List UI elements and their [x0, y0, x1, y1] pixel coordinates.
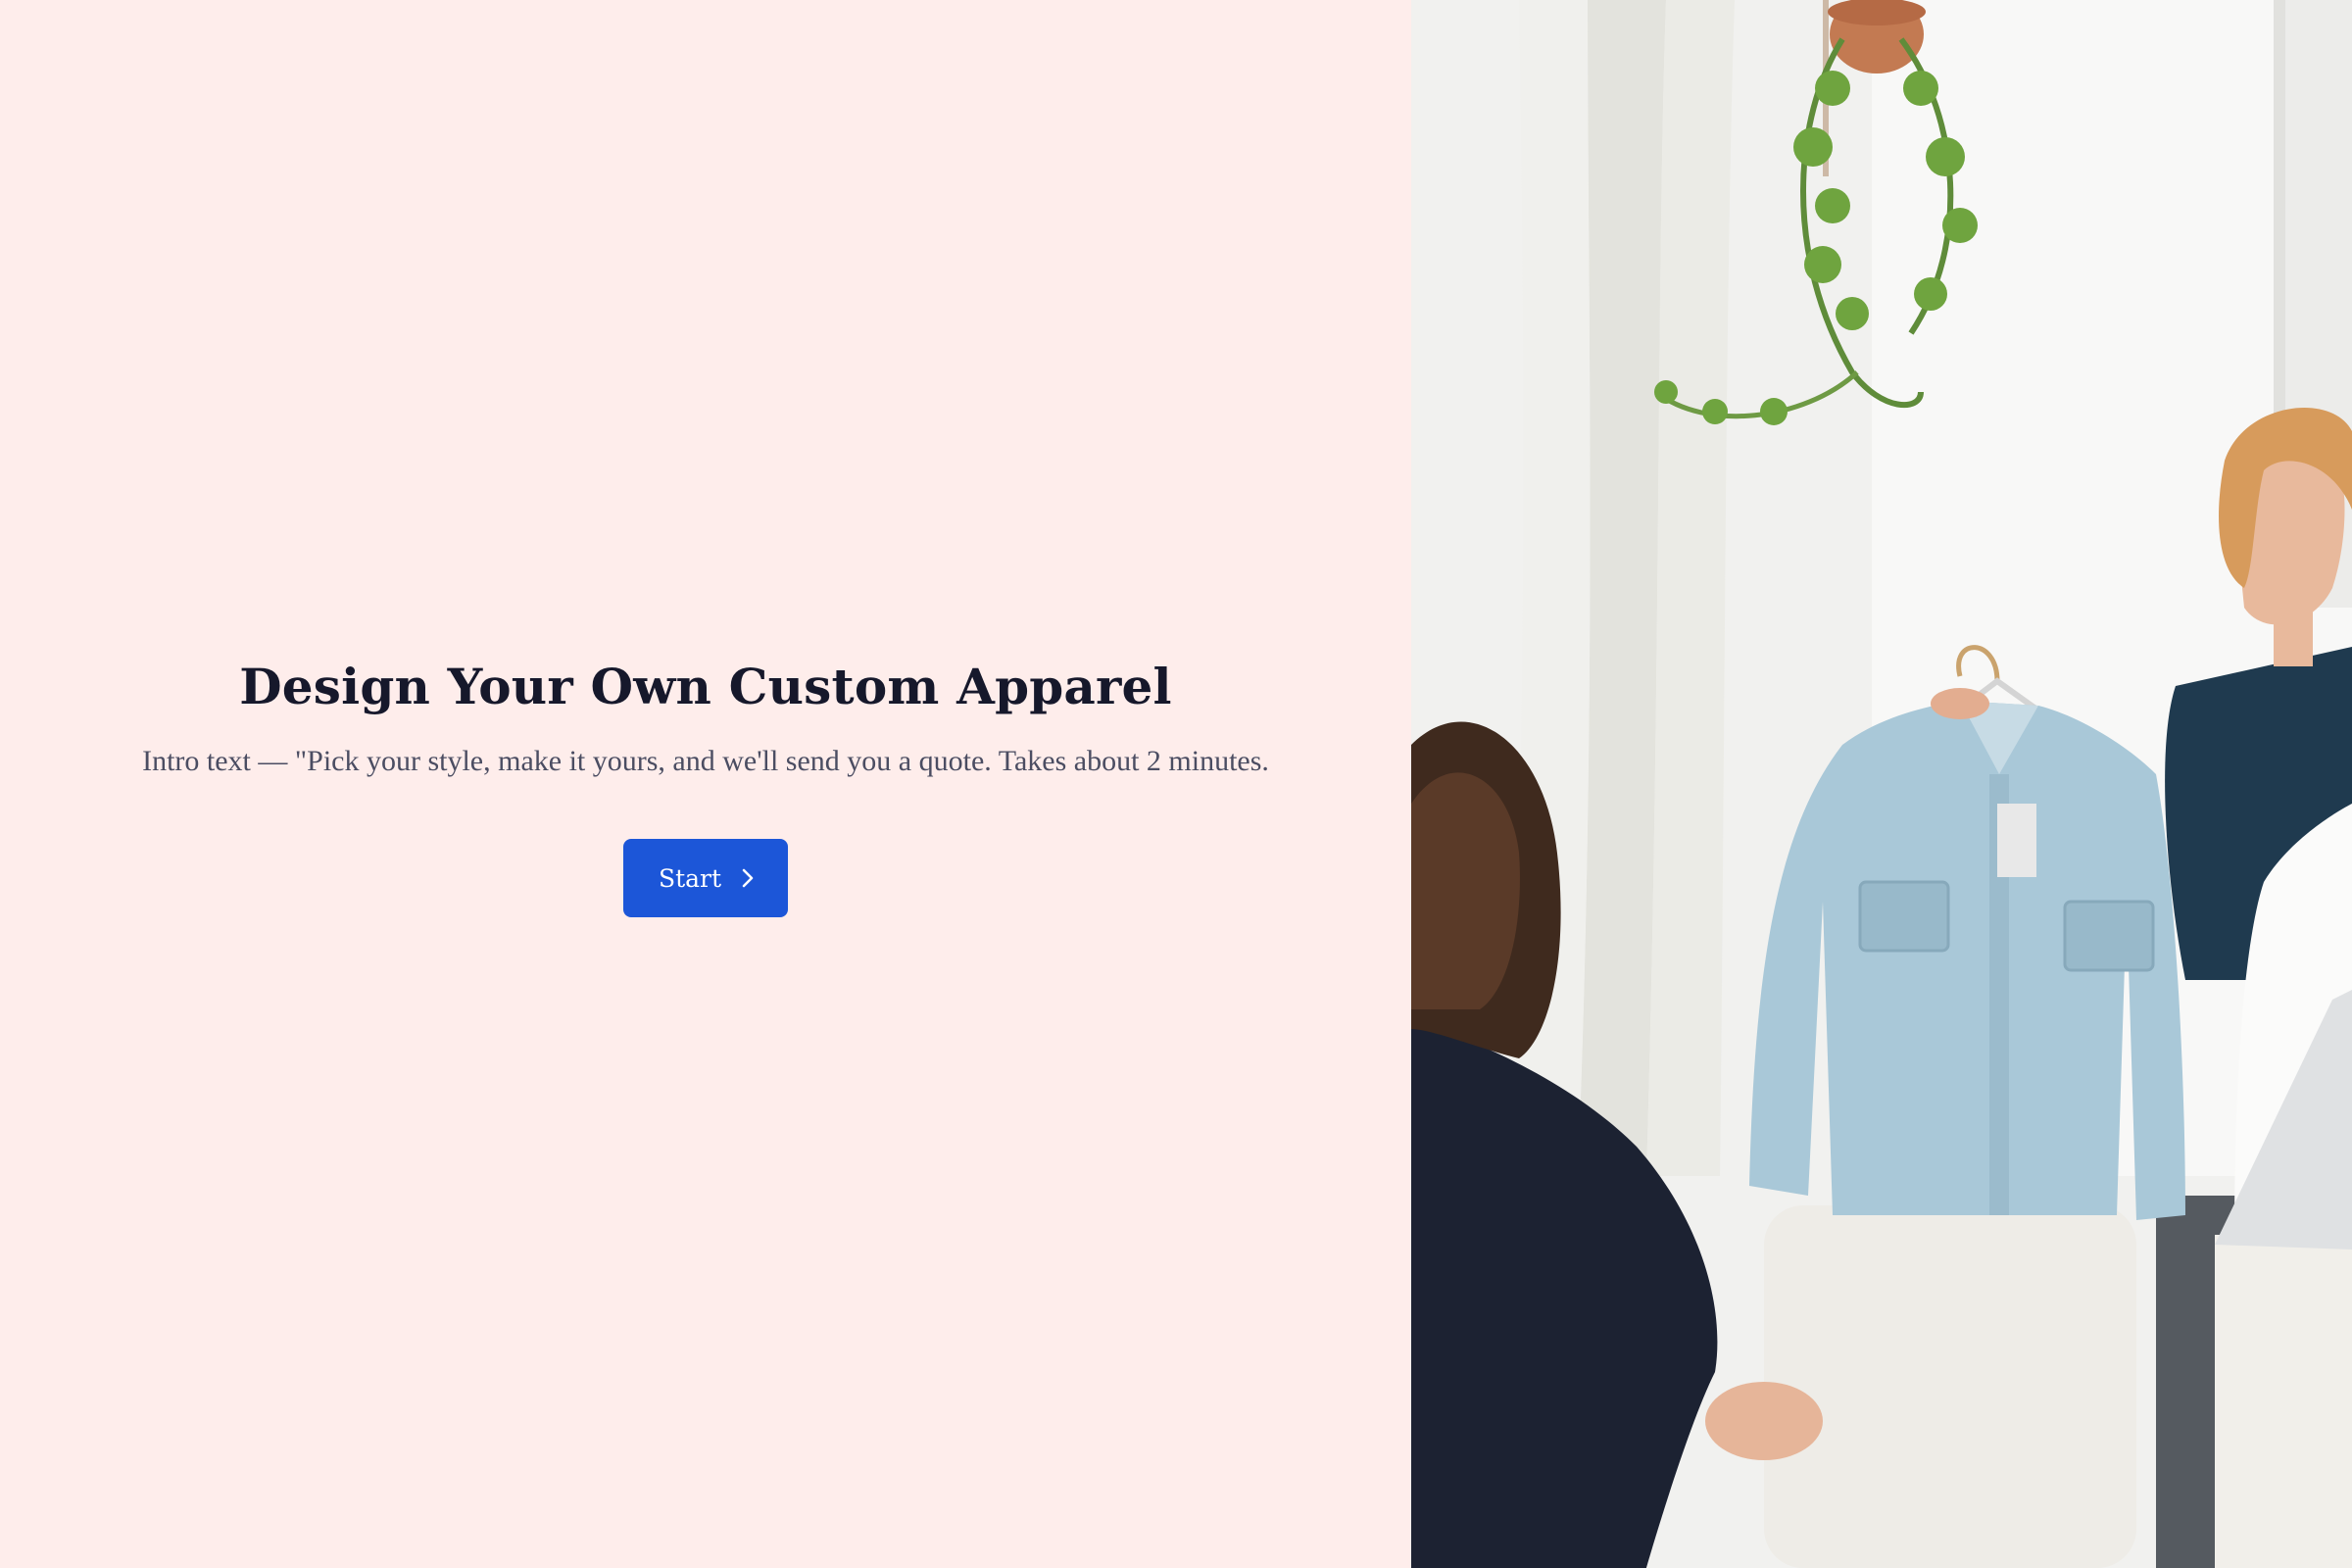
boutique-photo [1411, 0, 2352, 1568]
intro-panel: Design Your Own Custom Apparel Intro tex… [0, 0, 1411, 1568]
intro-text: Intro text — "Pick your style, make it y… [142, 745, 1269, 777]
chevron-right-icon [739, 866, 757, 890]
hero-photo [1411, 0, 2352, 1568]
intro-content: Design Your Own Custom Apparel Intro tex… [0, 647, 1411, 782]
page-title: Design Your Own Custom Apparel [239, 658, 1172, 715]
start-button-label: Start [658, 863, 722, 893]
start-button[interactable]: Start [623, 839, 788, 917]
